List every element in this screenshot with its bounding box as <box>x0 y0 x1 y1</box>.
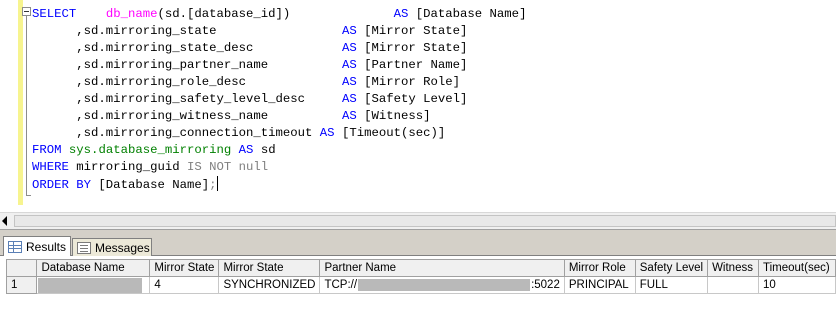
cell-mirror-state-desc[interactable]: SYNCHRONIZED <box>218 276 321 294</box>
code-token: sys.database_mirroring <box>68 143 232 157</box>
code-token: db_name <box>105 7 158 21</box>
code-token: mirroring_guid <box>68 160 187 174</box>
row-number[interactable]: 1 <box>5 276 38 294</box>
code-token: WHERE <box>32 160 69 174</box>
partner-suffix: :5022 <box>531 279 560 292</box>
scroll-left-arrow-icon[interactable] <box>2 216 7 226</box>
code-line: ,sd.mirroring_witness_name AS [Witness] <box>32 108 526 125</box>
code-token: AS <box>238 143 254 157</box>
code-line: ,sd.mirroring_connection_timeout AS [Tim… <box>32 125 526 142</box>
code-token: AS <box>341 92 357 106</box>
cell-partner-name[interactable]: TCP:// :5022 <box>319 276 565 294</box>
code-token: ; <box>209 178 217 192</box>
code-token: [Mirror State] <box>356 41 468 55</box>
code-token: ,sd.mirroring_safety_level_desc <box>32 92 342 106</box>
code-token: AS <box>341 75 357 89</box>
cell-safety-level[interactable]: FULL <box>634 276 709 294</box>
outline-end-tick <box>26 195 31 196</box>
code-token: ,sd.mirroring_state <box>32 24 342 38</box>
redacted-block <box>358 278 531 291</box>
header-row: Database Name Mirror State Mirror State … <box>5 259 836 277</box>
results-grid: Database Name Mirror State Mirror State … <box>5 259 836 294</box>
code-token: AS <box>393 7 409 21</box>
row-header-corner[interactable] <box>5 259 38 277</box>
code-line: ,sd.mirroring_safety_level_desc AS [Safe… <box>32 91 526 108</box>
scrollbar-thumb[interactable] <box>14 215 836 227</box>
code-token: [Mirror State] <box>356 24 468 38</box>
code-token: ORDER BY <box>32 178 92 192</box>
column-header-safety-level[interactable]: Safety Level <box>634 259 709 277</box>
table-row[interactable]: 1 4 SYNCHRONIZED TCP:// :5022 PRINCIPAL F… <box>5 276 836 294</box>
code-line: ,sd.mirroring_state AS [Mirror State] <box>32 23 526 40</box>
code-token: ,sd.mirroring_connection_timeout <box>32 126 320 140</box>
partner-prefix: TCP:// <box>324 279 358 292</box>
cell-database-name[interactable] <box>36 276 151 294</box>
tab-results[interactable]: Results <box>3 236 71 257</box>
code-token: AS <box>341 41 357 55</box>
code-token: (sd.[database_id]) <box>157 7 394 21</box>
cell-mirror-state[interactable]: 4 <box>149 276 220 294</box>
column-header-mirror-role[interactable]: Mirror Role <box>563 259 636 277</box>
change-margin <box>18 0 23 205</box>
outline-line <box>26 8 27 196</box>
query-editor[interactable]: SELECT db_name(sd.[database_id]) AS [Dat… <box>0 0 836 212</box>
code-token: ,sd.mirroring_partner_name <box>32 58 342 72</box>
cell-witness[interactable] <box>707 276 760 294</box>
messages-icon <box>77 241 91 254</box>
result-tabs: Results Messages <box>0 234 836 257</box>
results-pane: Database Name Mirror State Mirror State … <box>0 256 836 328</box>
column-header-mirror-state[interactable]: Mirror State <box>149 259 220 277</box>
cell-mirror-role[interactable]: PRINCIPAL <box>563 276 636 294</box>
text-caret <box>216 176 218 191</box>
code-token: ,sd.mirroring_witness_name <box>32 109 342 123</box>
code-token: sd <box>253 143 276 157</box>
code-line: FROM sys.database_mirroring AS sd <box>32 142 526 159</box>
code-line: ,sd.mirroring_state_desc AS [Mirror Stat… <box>32 40 526 57</box>
tab-results-label: Results <box>26 240 67 254</box>
code-token: IS NOT null <box>186 160 269 174</box>
code-token: AS <box>319 126 335 140</box>
code-token: AS <box>341 109 357 123</box>
code-line: SELECT db_name(sd.[database_id]) AS [Dat… <box>32 6 526 23</box>
code-line: ORDER BY [Database Name]; <box>32 176 526 193</box>
column-header-witness[interactable]: Witness <box>707 259 760 277</box>
column-header-timeout[interactable]: Timeout(sec) <box>758 259 836 277</box>
code-token: AS <box>341 58 357 72</box>
code-line: WHERE mirroring_guid IS NOT null <box>32 159 526 176</box>
code-token: [Witness] <box>356 109 431 123</box>
cell-timeout[interactable]: 10 <box>758 276 836 294</box>
editor-horizontal-scrollbar[interactable] <box>0 212 836 229</box>
code-token: FROM <box>32 143 62 157</box>
redacted-block <box>38 277 143 293</box>
tab-messages-label: Messages <box>95 240 150 255</box>
code-token: SELECT <box>32 7 77 21</box>
column-header-database-name[interactable]: Database Name <box>36 259 151 277</box>
column-header-partner-name[interactable]: Partner Name <box>319 259 565 277</box>
column-header-mirror-state-desc[interactable]: Mirror State <box>218 259 321 277</box>
code-token: ,sd.mirroring_state_desc <box>32 41 342 55</box>
code-token: [Safety Level] <box>356 92 468 106</box>
collapse-icon[interactable] <box>22 7 31 16</box>
code-token: [Database Name] <box>91 178 210 192</box>
grid-icon <box>8 241 22 253</box>
code-token: [Timeout(sec)] <box>334 126 446 140</box>
code-token: [Partner Name] <box>356 58 468 72</box>
code-line: ,sd.mirroring_role_desc AS [Mirror Role] <box>32 74 526 91</box>
sql-code[interactable]: SELECT db_name(sd.[database_id]) AS [Dat… <box>32 6 526 193</box>
code-line: ,sd.mirroring_partner_name AS [Partner N… <box>32 57 526 74</box>
code-token: ,sd.mirroring_role_desc <box>32 75 342 89</box>
code-token: AS <box>341 24 357 38</box>
code-token: [Database Name] <box>408 7 527 21</box>
tab-messages[interactable]: Messages <box>72 238 152 256</box>
code-token: [Mirror Role] <box>356 75 461 89</box>
